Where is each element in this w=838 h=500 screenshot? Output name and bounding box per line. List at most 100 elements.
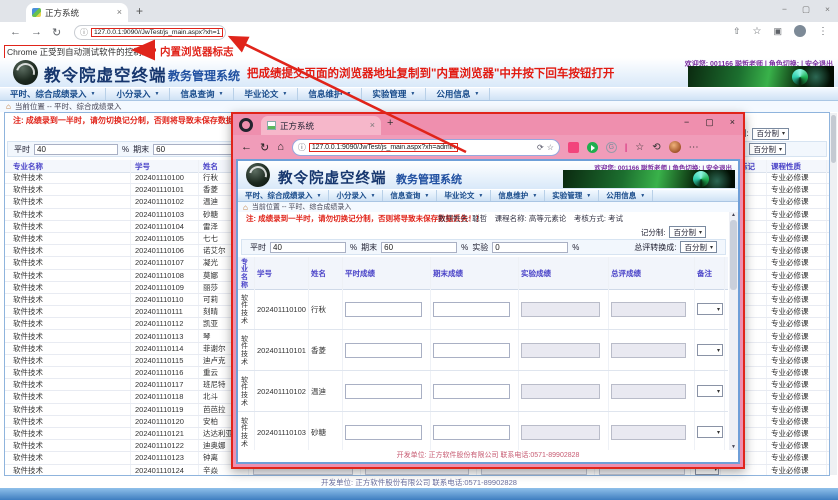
popup-history-icon[interactable]: ⟲ <box>652 142 660 153</box>
remark-select[interactable]: ▾ <box>697 385 723 397</box>
final-weight-input[interactable] <box>381 242 457 253</box>
usual-score-input[interactable] <box>345 384 422 399</box>
menu-item-5[interactable]: 实验管理▼ <box>362 88 426 100</box>
lab-score-cell <box>521 412 609 450</box>
table-scrollbar[interactable]: ▲ ▼ <box>729 212 738 450</box>
popup-star-icon[interactable]: ☆ <box>547 143 554 152</box>
column-header: 姓名 <box>311 257 343 289</box>
column-header-label: 专业名称 <box>241 257 253 289</box>
share-icon[interactable]: ⇧ <box>733 26 741 37</box>
chevron-down-icon: ▾ <box>717 306 720 313</box>
usual-weight-input[interactable] <box>34 144 118 155</box>
popup-site-info-icon[interactable]: ⓘ <box>298 142 306 153</box>
menu-item-2[interactable]: 信息查询▼ <box>383 190 437 201</box>
student-id-cell: 202401110120 <box>135 416 199 427</box>
menu-item-4[interactable]: 信息维护▼ <box>491 190 545 201</box>
extension-pink-icon[interactable] <box>568 142 579 153</box>
warning-text: 注: 成绩录到一半时，请勿切换记分制，否则将导致未保存数据丢失！！ <box>13 115 266 126</box>
major-cell: 软件技术 <box>241 289 255 329</box>
extension-green-icon[interactable] <box>587 142 598 153</box>
window-minimize-button[interactable]: − <box>782 4 787 15</box>
reload-icon[interactable]: ↻ <box>52 26 61 39</box>
menu-item-3[interactable]: 毕业论文▼ <box>234 88 298 100</box>
popup-new-tab-button[interactable]: + <box>387 117 393 129</box>
usual-weight-input[interactable] <box>270 242 346 253</box>
menu-item-1[interactable]: 小分录入▼ <box>106 88 170 100</box>
remark-select[interactable]: ▾ <box>697 426 723 438</box>
final-score-input[interactable] <box>433 384 510 399</box>
final-score-input[interactable] <box>433 425 510 440</box>
chevron-down-icon: ▼ <box>346 91 351 97</box>
popup-home-icon[interactable]: ⌂ <box>277 141 284 153</box>
nature-cell: 专业必修课 <box>771 452 827 463</box>
forward-icon[interactable]: → <box>31 26 42 39</box>
builtin-browser-window[interactable]: 正方系统 × + − ▢ × ← ↻ ⌂ ⓘ 127.0.0.1:9090/Jw… <box>231 112 745 469</box>
lab-weight-input[interactable] <box>492 242 568 253</box>
menu-dots-icon[interactable]: ⋮ <box>818 26 828 37</box>
student-id-cell: 202401110122 <box>135 440 199 451</box>
menu-item-6[interactable]: 公用信息▼ <box>426 88 490 100</box>
new-tab-button[interactable]: + <box>136 4 143 18</box>
profile-avatar[interactable] <box>794 25 806 37</box>
final-score-input[interactable] <box>433 343 510 358</box>
popup-profile-avatar[interactable] <box>669 141 681 153</box>
teacher-info: 教师姓名: 聪哲 课程名称: 高等元素论 考核方式: 考试 <box>438 213 623 224</box>
usual-score-input[interactable] <box>345 343 422 358</box>
popup-back-icon[interactable]: ← <box>241 141 252 153</box>
usual-score-input[interactable] <box>345 425 422 440</box>
site-info-icon[interactable]: ⓘ <box>80 27 88 38</box>
popup-maximize-button[interactable]: ▢ <box>705 117 714 128</box>
menu-item-2[interactable]: 信息查询▼ <box>170 88 234 100</box>
screenshot-root: 正方系统 × + − ▢ × ← → ↻ ⓘ 127.0.0.1:9090//J… <box>0 0 838 500</box>
convert-select[interactable]: 百分制 ▾ <box>680 241 717 253</box>
browser-tab[interactable]: 正方系统 × <box>26 3 128 22</box>
window-maximize-button[interactable]: ▢ <box>802 4 810 15</box>
menu-item-6[interactable]: 公用信息▼ <box>599 190 653 201</box>
popup-tab-close-icon[interactable]: × <box>370 121 375 130</box>
sidebar-icon[interactable]: ▣ <box>773 26 782 37</box>
page-scrollbar[interactable] <box>830 113 837 475</box>
popup-title-bar[interactable]: 正方系统 × + − ▢ × <box>233 114 743 135</box>
popup-sync-icon[interactable]: ⟳ <box>537 143 544 152</box>
g-badge-icon[interactable]: G <box>606 142 617 153</box>
final-score-input[interactable] <box>433 302 510 317</box>
table-row: 软件技术202401110100行秋▾ <box>238 289 728 330</box>
weights-form: 平时 % 期末 % 实验 % 总评转换成: 百分制 ▾ <box>241 239 726 255</box>
final-label: 期末 <box>133 144 149 155</box>
popup-reload-icon[interactable]: ↻ <box>260 141 269 154</box>
address-bar[interactable]: ⓘ 127.0.0.1:9090//JwTest/js_main.aspx?xh… <box>74 25 226 40</box>
popup-url-text[interactable]: 127.0.0.1:9090/JwTest/js_main.aspx?xh=ad… <box>309 143 458 152</box>
browser-logo-icon <box>239 118 253 132</box>
tab-close-icon[interactable]: × <box>117 8 122 17</box>
popup-address-bar[interactable]: ⓘ 127.0.0.1:9090/JwTest/js_main.aspx?xh=… <box>292 139 560 156</box>
url-text[interactable]: 127.0.0.1:9090//JwTest/js_main.aspx?xh=1 <box>91 28 223 37</box>
popup-tab[interactable]: 正方系统 × <box>261 116 381 135</box>
grading-select[interactable]: 百分制 ▾ <box>669 226 706 238</box>
scrollbar-thumb[interactable] <box>831 115 836 163</box>
menu-item-4[interactable]: 信息维护▼ <box>298 88 362 100</box>
back-icon[interactable]: ← <box>10 26 21 39</box>
usual-score-input[interactable] <box>345 302 422 317</box>
menu-item-3[interactable]: 毕业论文▼ <box>437 190 491 201</box>
grading-select[interactable]: 百分制 ▾ <box>752 128 789 140</box>
convert-select[interactable]: 百分制 ▾ <box>749 143 786 155</box>
popup-close-button[interactable]: × <box>730 117 735 128</box>
nature-cell: 专业必修课 <box>771 416 827 427</box>
popup-menu-icon[interactable]: ⋯ <box>689 142 699 153</box>
remark-select[interactable]: ▾ <box>697 344 723 356</box>
student-id-cell: 202401110110 <box>135 294 199 305</box>
window-close-button[interactable]: × <box>825 4 830 15</box>
final-weight-input[interactable] <box>153 144 237 155</box>
scrollbar-thumb[interactable] <box>730 220 737 290</box>
student-id-cell: 202401110124 <box>135 465 199 476</box>
menu-item-5[interactable]: 实验管理▼ <box>545 190 599 201</box>
menu-item-1[interactable]: 小分录入▼ <box>329 190 383 201</box>
menu-item-0[interactable]: 平时、综合成绩录入▼ <box>238 190 329 201</box>
remark-select[interactable]: ▾ <box>697 303 723 315</box>
bookmark-star-icon[interactable]: ☆ <box>753 26 762 37</box>
popup-minimize-button[interactable]: − <box>684 117 689 128</box>
total-score-input <box>611 302 686 317</box>
chevron-down-icon: ▾ <box>717 347 720 354</box>
popup-bookmark-icon[interactable]: ☆ <box>635 142 644 153</box>
menu-item-0[interactable]: 平时、综合成绩录入▼ <box>0 88 106 100</box>
